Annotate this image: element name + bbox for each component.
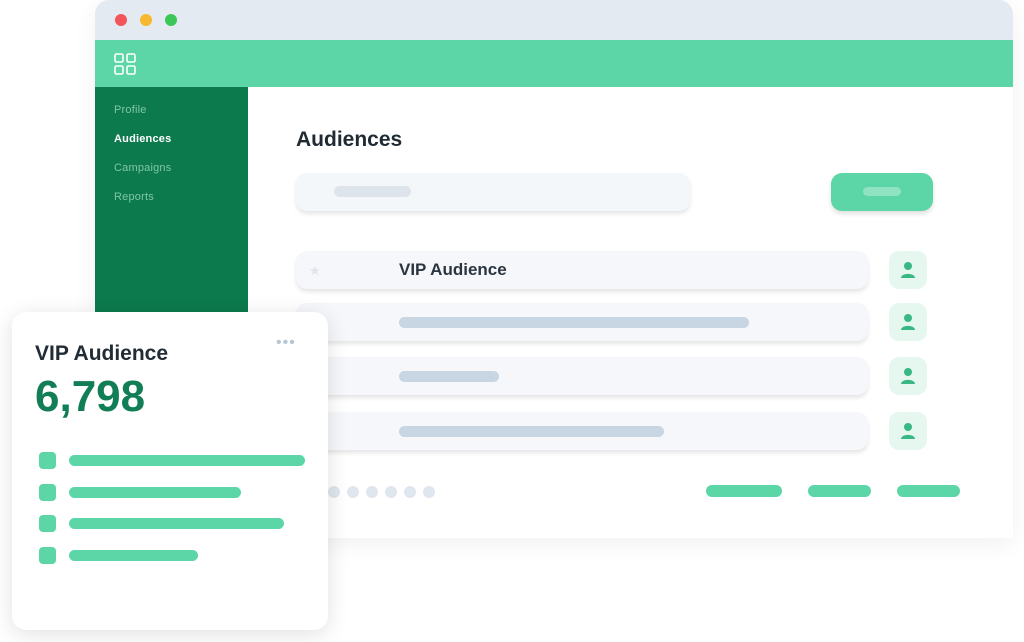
sidebar-item-reports[interactable]: Reports: [114, 191, 154, 203]
title-bar: [95, 0, 1013, 40]
add-audience-button[interactable]: [831, 173, 933, 211]
user-icon: [901, 262, 915, 278]
search-placeholder: [334, 186, 411, 197]
user-icon-button[interactable]: [889, 412, 927, 450]
audience-row[interactable]: ★ VIP Audience: [296, 251, 868, 289]
legend-swatch: [39, 515, 56, 532]
pagination-dot[interactable]: [347, 486, 359, 498]
close-window-icon[interactable]: [115, 14, 127, 26]
audience-stats-card: VIP Audience ••• 6,798: [12, 312, 328, 630]
audience-row[interactable]: [296, 412, 868, 450]
more-icon[interactable]: •••: [276, 334, 296, 352]
audience-row[interactable]: [296, 357, 868, 395]
sidebar-item-campaigns[interactable]: Campaigns: [114, 162, 171, 174]
user-icon: [901, 314, 915, 330]
footer-link[interactable]: [808, 485, 871, 497]
row-placeholder-bar: [399, 317, 749, 328]
top-bar: [95, 40, 1013, 87]
user-icon: [901, 368, 915, 384]
user-icon-button[interactable]: [889, 357, 927, 395]
legend-bar: [69, 550, 198, 561]
pagination-dot[interactable]: [404, 486, 416, 498]
legend-swatch: [39, 547, 56, 564]
legend-swatch: [39, 484, 56, 501]
pagination-dot[interactable]: [328, 486, 340, 498]
page-title: Audiences: [296, 128, 403, 151]
audience-count: 6,798: [35, 372, 146, 421]
user-icon-button[interactable]: [889, 303, 927, 341]
footer-link[interactable]: [897, 485, 960, 497]
card-title: VIP Audience: [35, 342, 169, 365]
legend-bar: [69, 518, 284, 529]
pagination-dot[interactable]: [385, 486, 397, 498]
maximize-window-icon[interactable]: [165, 14, 177, 26]
pagination-dot[interactable]: [366, 486, 378, 498]
pagination-dot[interactable]: [423, 486, 435, 498]
audience-name: VIP Audience: [399, 260, 507, 279]
sidebar-item-audiences[interactable]: Audiences: [114, 133, 171, 145]
user-icon: [901, 423, 915, 439]
grid-icon[interactable]: [114, 53, 136, 75]
footer-link[interactable]: [706, 485, 782, 497]
sidebar-item-profile[interactable]: Profile: [114, 104, 147, 116]
legend-bar: [69, 455, 305, 466]
row-placeholder-bar: [399, 371, 499, 382]
button-label-placeholder: [863, 187, 901, 196]
audience-row[interactable]: [296, 303, 868, 341]
star-icon[interactable]: ★: [309, 263, 321, 279]
user-icon-button[interactable]: [889, 251, 927, 289]
search-input[interactable]: [296, 173, 690, 211]
legend-swatch: [39, 452, 56, 469]
row-placeholder-bar: [399, 426, 664, 437]
minimize-window-icon[interactable]: [140, 14, 152, 26]
legend-bar: [69, 487, 241, 498]
